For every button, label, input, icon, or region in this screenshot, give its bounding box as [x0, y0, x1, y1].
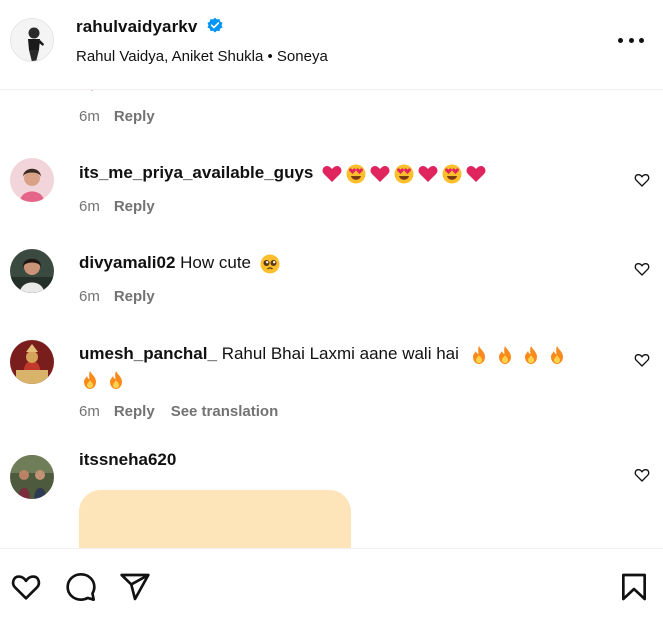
comment-body: Rahul Bhai Laxmi aane wali hai — [221, 344, 459, 363]
fire-emoji-icon — [524, 345, 537, 364]
fire-emoji-icon — [472, 345, 485, 364]
red-heart-emoji-icon — [466, 165, 486, 182]
comment-like-heart-icon[interactable] — [634, 467, 650, 483]
comment-username[interactable]: its_me_priya_available_guys — [79, 163, 313, 182]
post-subtitle[interactable]: Rahul Vaidya, Aniket Shukla • Soneya — [76, 48, 328, 65]
comment-text: its_me_priya_available_guys — [79, 160, 599, 185]
red-heart-emoji-icon — [322, 165, 342, 182]
comment-text: umesh_panchal_ Rahul Bhai Laxmi aane wal… — [79, 341, 599, 391]
fire-emoji-icon — [498, 345, 511, 364]
comment-time: 6m — [79, 403, 100, 420]
comment-image-preview[interactable] — [79, 490, 351, 548]
author-avatar[interactable] — [10, 18, 54, 62]
see-translation-button[interactable]: See translation — [171, 403, 279, 420]
pleading-face-emoji-icon — [260, 254, 280, 274]
heart-eyes-emoji-icon — [346, 164, 366, 184]
reply-button[interactable]: Reply — [114, 198, 155, 215]
commenter-avatar[interactable] — [10, 249, 54, 293]
comment-username[interactable]: umesh_panchal_ — [79, 344, 217, 363]
comment-meta: 6m Reply See translation — [79, 403, 294, 420]
heart-eyes-emoji-icon — [442, 164, 462, 184]
comment-time: 6m — [79, 288, 100, 305]
heart-eyes-emoji-icon — [394, 164, 414, 184]
comment-body: How cute — [180, 253, 252, 272]
comment-meta: 6m Reply — [79, 288, 171, 305]
bookmark-icon[interactable] — [618, 571, 650, 603]
comment-username[interactable]: itssneha620 — [79, 450, 176, 469]
more-options-icon[interactable] — [618, 30, 644, 50]
comment-username[interactable]: divyamali02 — [79, 253, 175, 272]
comment-like-heart-icon[interactable] — [634, 352, 650, 368]
fire-emoji-icon — [550, 345, 563, 364]
red-heart-emoji-icon — [418, 165, 438, 182]
commenter-avatar[interactable] — [10, 455, 54, 499]
comment-time: 6m — [79, 108, 100, 125]
verified-badge-icon — [207, 17, 223, 33]
post-header: rahulvaidyarkv Rahul Vaidya, Aniket Shuk… — [0, 0, 663, 90]
comment-meta: 6m Reply — [79, 198, 171, 215]
reply-button[interactable]: Reply — [114, 288, 155, 305]
comment-time: 6m — [79, 198, 100, 215]
paper-plane-icon[interactable] — [119, 571, 151, 603]
comments-list[interactable]: 6m Reply its_me_priya_available_guys 6m Re… — [0, 90, 663, 548]
commenter-avatar[interactable] — [10, 158, 54, 202]
author-username[interactable]: rahulvaidyarkv — [76, 17, 197, 37]
comment-like-heart-icon[interactable] — [634, 172, 650, 188]
comment-meta: 6m Reply — [79, 108, 171, 125]
heart-emoji-icon — [91, 90, 93, 91]
fire-emoji-icon — [110, 370, 122, 389]
comment-text: itssneha620 — [79, 447, 599, 472]
fire-emoji-icon — [84, 370, 96, 389]
post-action-bar — [0, 548, 663, 628]
reply-button[interactable]: Reply — [114, 403, 155, 420]
comment-bubble-icon[interactable] — [65, 571, 97, 603]
commenter-avatar[interactable] — [10, 340, 54, 384]
reply-button[interactable]: Reply — [114, 108, 155, 125]
comment-like-heart-icon[interactable] — [634, 261, 650, 277]
heart-icon[interactable] — [10, 571, 42, 603]
red-heart-emoji-icon — [370, 165, 390, 182]
comment-text: divyamali02 How cute — [79, 250, 599, 275]
